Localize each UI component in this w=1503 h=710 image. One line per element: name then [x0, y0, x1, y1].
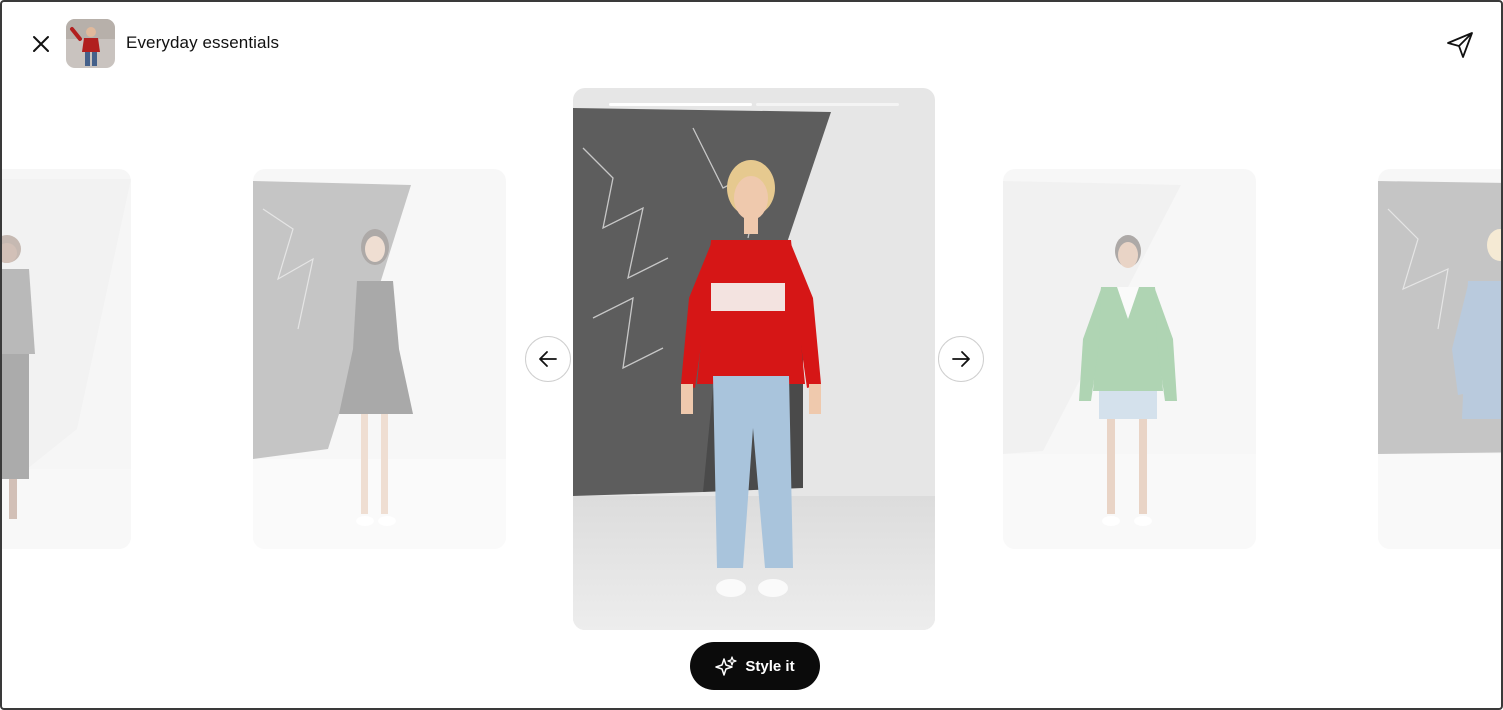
next-button[interactable]	[938, 336, 984, 382]
arrow-right-icon	[952, 351, 970, 367]
collection-thumbnail	[66, 19, 115, 68]
progress-segment	[609, 103, 752, 106]
story-viewer: Everyday essentials Style it	[0, 0, 1503, 710]
send-icon	[1447, 32, 1473, 58]
arrow-left-icon	[539, 351, 557, 367]
progress-segment	[756, 103, 899, 106]
story-progress	[609, 103, 899, 106]
outfit-card-left[interactable]	[253, 169, 506, 549]
close-icon	[33, 36, 49, 52]
outfit-card-active[interactable]	[573, 88, 935, 630]
style-it-label: Style it	[745, 657, 795, 675]
sparkle-icon	[715, 656, 738, 676]
style-it-button[interactable]: Style it	[690, 642, 820, 690]
outfit-card-far-left[interactable]	[2, 169, 131, 549]
collection-title: Everyday essentials	[126, 33, 280, 52]
outfit-card-right[interactable]	[1003, 169, 1256, 549]
outfit-card-far-right[interactable]	[1378, 169, 1501, 549]
share-button[interactable]	[1444, 30, 1476, 60]
prev-button[interactable]	[525, 336, 571, 382]
close-button[interactable]	[28, 31, 54, 57]
